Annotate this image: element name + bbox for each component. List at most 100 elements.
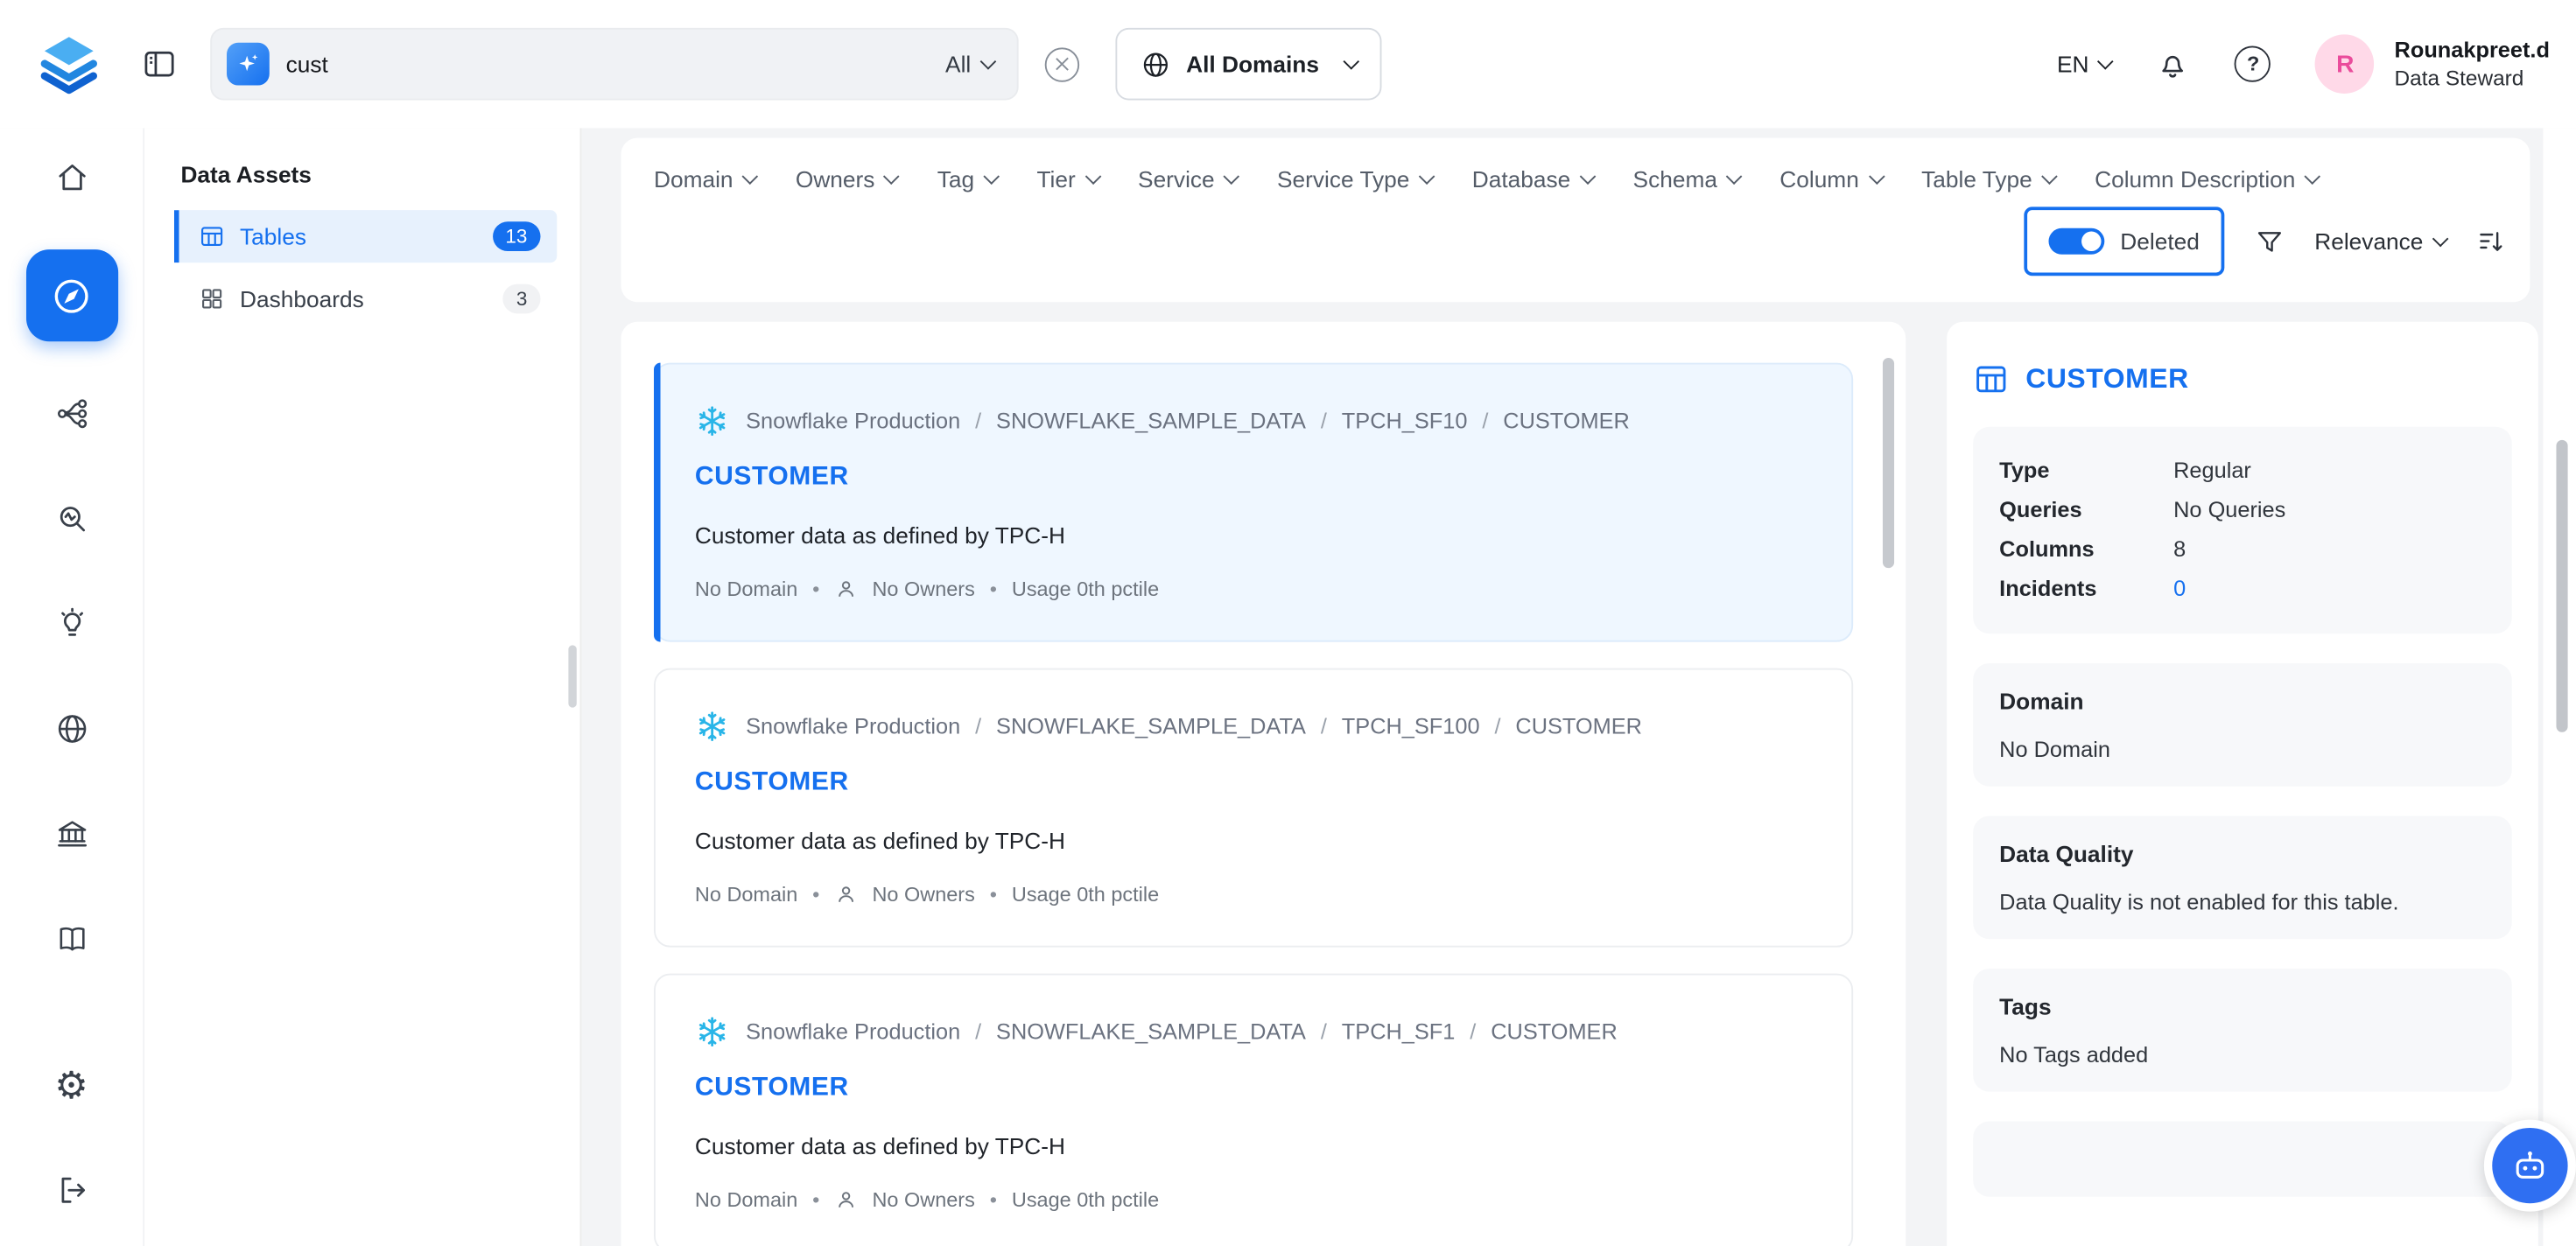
search-input[interactable] xyxy=(286,51,930,77)
breadcrumb-database[interactable]: SNOWFLAKE_SAMPLE_DATA xyxy=(960,1019,1306,1044)
search-bar[interactable]: All xyxy=(210,28,1018,101)
chevron-down-icon xyxy=(1343,53,1359,70)
filter-service-type[interactable]: Service Type xyxy=(1277,165,1433,192)
notifications-button[interactable] xyxy=(2156,46,2190,80)
detail-title-link[interactable]: CUSTOMER xyxy=(2025,363,2189,396)
breadcrumb-service[interactable]: Snowflake Production xyxy=(746,409,960,433)
breadcrumb-database[interactable]: SNOWFLAKE_SAMPLE_DATA xyxy=(960,714,1306,738)
question-mark-icon: ? xyxy=(2247,52,2259,75)
result-title-link[interactable]: CUSTOMER xyxy=(695,768,849,798)
app-root: All All Domains EN xyxy=(0,0,2576,1246)
filter-tier[interactable]: Tier xyxy=(1036,165,1098,192)
header-right-cluster: EN ? R Rounakpreet.d Data Steward xyxy=(2057,34,2550,94)
sidebar-item-domains[interactable] xyxy=(39,696,104,762)
result-meta: No Domain No Owners Usage 0th pctile xyxy=(695,1188,1812,1211)
sidebar-item-insights[interactable] xyxy=(39,591,104,656)
chat-widget[interactable] xyxy=(2484,1120,2576,1212)
sidebar-item-logout[interactable] xyxy=(39,1158,104,1223)
sidebar-item-settings[interactable] xyxy=(39,1053,104,1118)
result-card[interactable]: Snowflake Production SNOWFLAKE_SAMPLE_DA… xyxy=(654,974,1853,1246)
clear-search-button[interactable] xyxy=(1045,46,1079,80)
sidebar-toggle-button[interactable] xyxy=(141,46,177,82)
count-badge: 13 xyxy=(492,221,540,252)
filter-column[interactable]: Column xyxy=(1779,165,1882,192)
detail-header: CUSTOMER xyxy=(1973,361,2512,397)
filter-schema[interactable]: Schema xyxy=(1633,165,1741,192)
chevron-down-icon xyxy=(1580,168,1597,185)
compass-icon xyxy=(49,273,94,318)
book-icon xyxy=(53,921,89,957)
filter-column-description[interactable]: Column Description xyxy=(2095,165,2319,192)
sidebar-item-govern[interactable] xyxy=(39,802,104,867)
breadcrumb-schema[interactable]: TPCH_SF1 xyxy=(1306,1019,1455,1044)
summary-label: Incidents xyxy=(1999,570,2173,609)
advanced-filter-button[interactable] xyxy=(2254,226,2285,257)
chevron-down-icon xyxy=(1224,168,1240,185)
sidebar-item-explore[interactable] xyxy=(25,249,117,341)
result-title-link[interactable]: CUSTOMER xyxy=(695,1074,849,1103)
separator-dot xyxy=(812,883,819,906)
filter-actions-row: Deleted Relevance xyxy=(654,206,2507,276)
breadcrumb-table[interactable]: CUSTOMER xyxy=(1480,714,1642,738)
sidebar-item-observability[interactable] xyxy=(39,486,104,551)
all-domains-dropdown[interactable]: All Domains xyxy=(1115,28,1381,101)
filter-table-type[interactable]: Table Type xyxy=(1921,165,2055,192)
bank-icon xyxy=(53,816,89,851)
table-icon xyxy=(1973,361,2009,397)
chevron-down-icon xyxy=(2305,168,2321,185)
sidebar-item-lineage[interactable] xyxy=(39,381,104,446)
top-bar: All All Domains EN xyxy=(0,0,2576,128)
globe-icon xyxy=(53,710,89,746)
incidents-count-link[interactable]: 0 xyxy=(2173,570,2186,609)
filter-tag[interactable]: Tag xyxy=(937,165,998,192)
filter-owners[interactable]: Owners xyxy=(796,165,898,192)
results-scrollbar[interactable] xyxy=(1883,358,1894,568)
meta-usage: Usage 0th pctile xyxy=(1012,1188,1159,1211)
deleted-filter[interactable]: Deleted xyxy=(2024,206,2224,276)
result-description: Customer data as defined by TPC-H xyxy=(695,828,1812,854)
breadcrumb-service[interactable]: Snowflake Production xyxy=(746,1019,960,1044)
sort-dropdown[interactable]: Relevance xyxy=(2314,228,2446,255)
breadcrumb-table[interactable]: CUSTOMER xyxy=(1455,1019,1617,1044)
sidebar-item-glossary[interactable] xyxy=(39,906,104,972)
result-card[interactable]: Snowflake Production SNOWFLAKE_SAMPLE_DA… xyxy=(654,668,1853,948)
all-domains-label: All Domains xyxy=(1186,51,1319,77)
summary-row: Columns 8 xyxy=(1999,530,2486,570)
filter-service[interactable]: Service xyxy=(1138,165,1238,192)
user-name: Rounakpreet.d xyxy=(2395,35,2550,64)
breadcrumb-database[interactable]: SNOWFLAKE_SAMPLE_DATA xyxy=(960,409,1306,433)
result-meta: No Domain No Owners Usage 0th pctile xyxy=(695,883,1812,906)
chevron-down-icon xyxy=(742,168,759,185)
language-dropdown[interactable]: EN xyxy=(2057,51,2112,77)
result-title-link[interactable]: CUSTOMER xyxy=(695,463,849,493)
asset-type-tables[interactable]: Tables 13 xyxy=(174,210,557,262)
filter-database[interactable]: Database xyxy=(1472,165,1594,192)
result-meta: No Domain No Owners Usage 0th pctile xyxy=(695,578,1812,600)
breadcrumb-service[interactable]: Snowflake Production xyxy=(746,714,960,738)
breadcrumb-schema[interactable]: TPCH_SF10 xyxy=(1306,409,1467,433)
deleted-toggle[interactable] xyxy=(2048,228,2104,255)
snowflake-icon xyxy=(695,710,729,744)
assets-scrollbar[interactable] xyxy=(568,645,576,707)
summary-label: Queries xyxy=(1999,491,2173,530)
chevron-down-icon xyxy=(2041,168,2058,185)
avatar[interactable]: R xyxy=(2315,34,2375,94)
user-role: Data Steward xyxy=(2395,65,2550,93)
search-scope-dropdown[interactable]: All xyxy=(945,51,993,77)
app-logo[interactable] xyxy=(33,28,106,101)
sort-order-button[interactable] xyxy=(2475,226,2507,257)
filter-domain[interactable]: Domain xyxy=(654,165,756,192)
breadcrumb: Snowflake Production SNOWFLAKE_SAMPLE_DA… xyxy=(695,1014,1812,1048)
chevron-down-icon xyxy=(984,168,1000,185)
asset-type-dashboards[interactable]: Dashboards 3 xyxy=(174,272,557,325)
section-content: Data Quality is not enabled for this tab… xyxy=(1999,890,2486,914)
breadcrumb-table[interactable]: CUSTOMER xyxy=(1467,409,1629,433)
panel-icon xyxy=(141,46,177,82)
result-card[interactable]: Snowflake Production SNOWFLAKE_SAMPLE_DA… xyxy=(654,363,1853,642)
help-button[interactable]: ? xyxy=(2235,46,2271,82)
sidebar-item-home[interactable] xyxy=(39,144,104,210)
meta-domain: No Domain xyxy=(695,578,797,600)
chatbot-icon xyxy=(2492,1128,2567,1203)
page-scrollbar[interactable] xyxy=(2556,440,2567,732)
breadcrumb-schema[interactable]: TPCH_SF100 xyxy=(1306,714,1480,738)
